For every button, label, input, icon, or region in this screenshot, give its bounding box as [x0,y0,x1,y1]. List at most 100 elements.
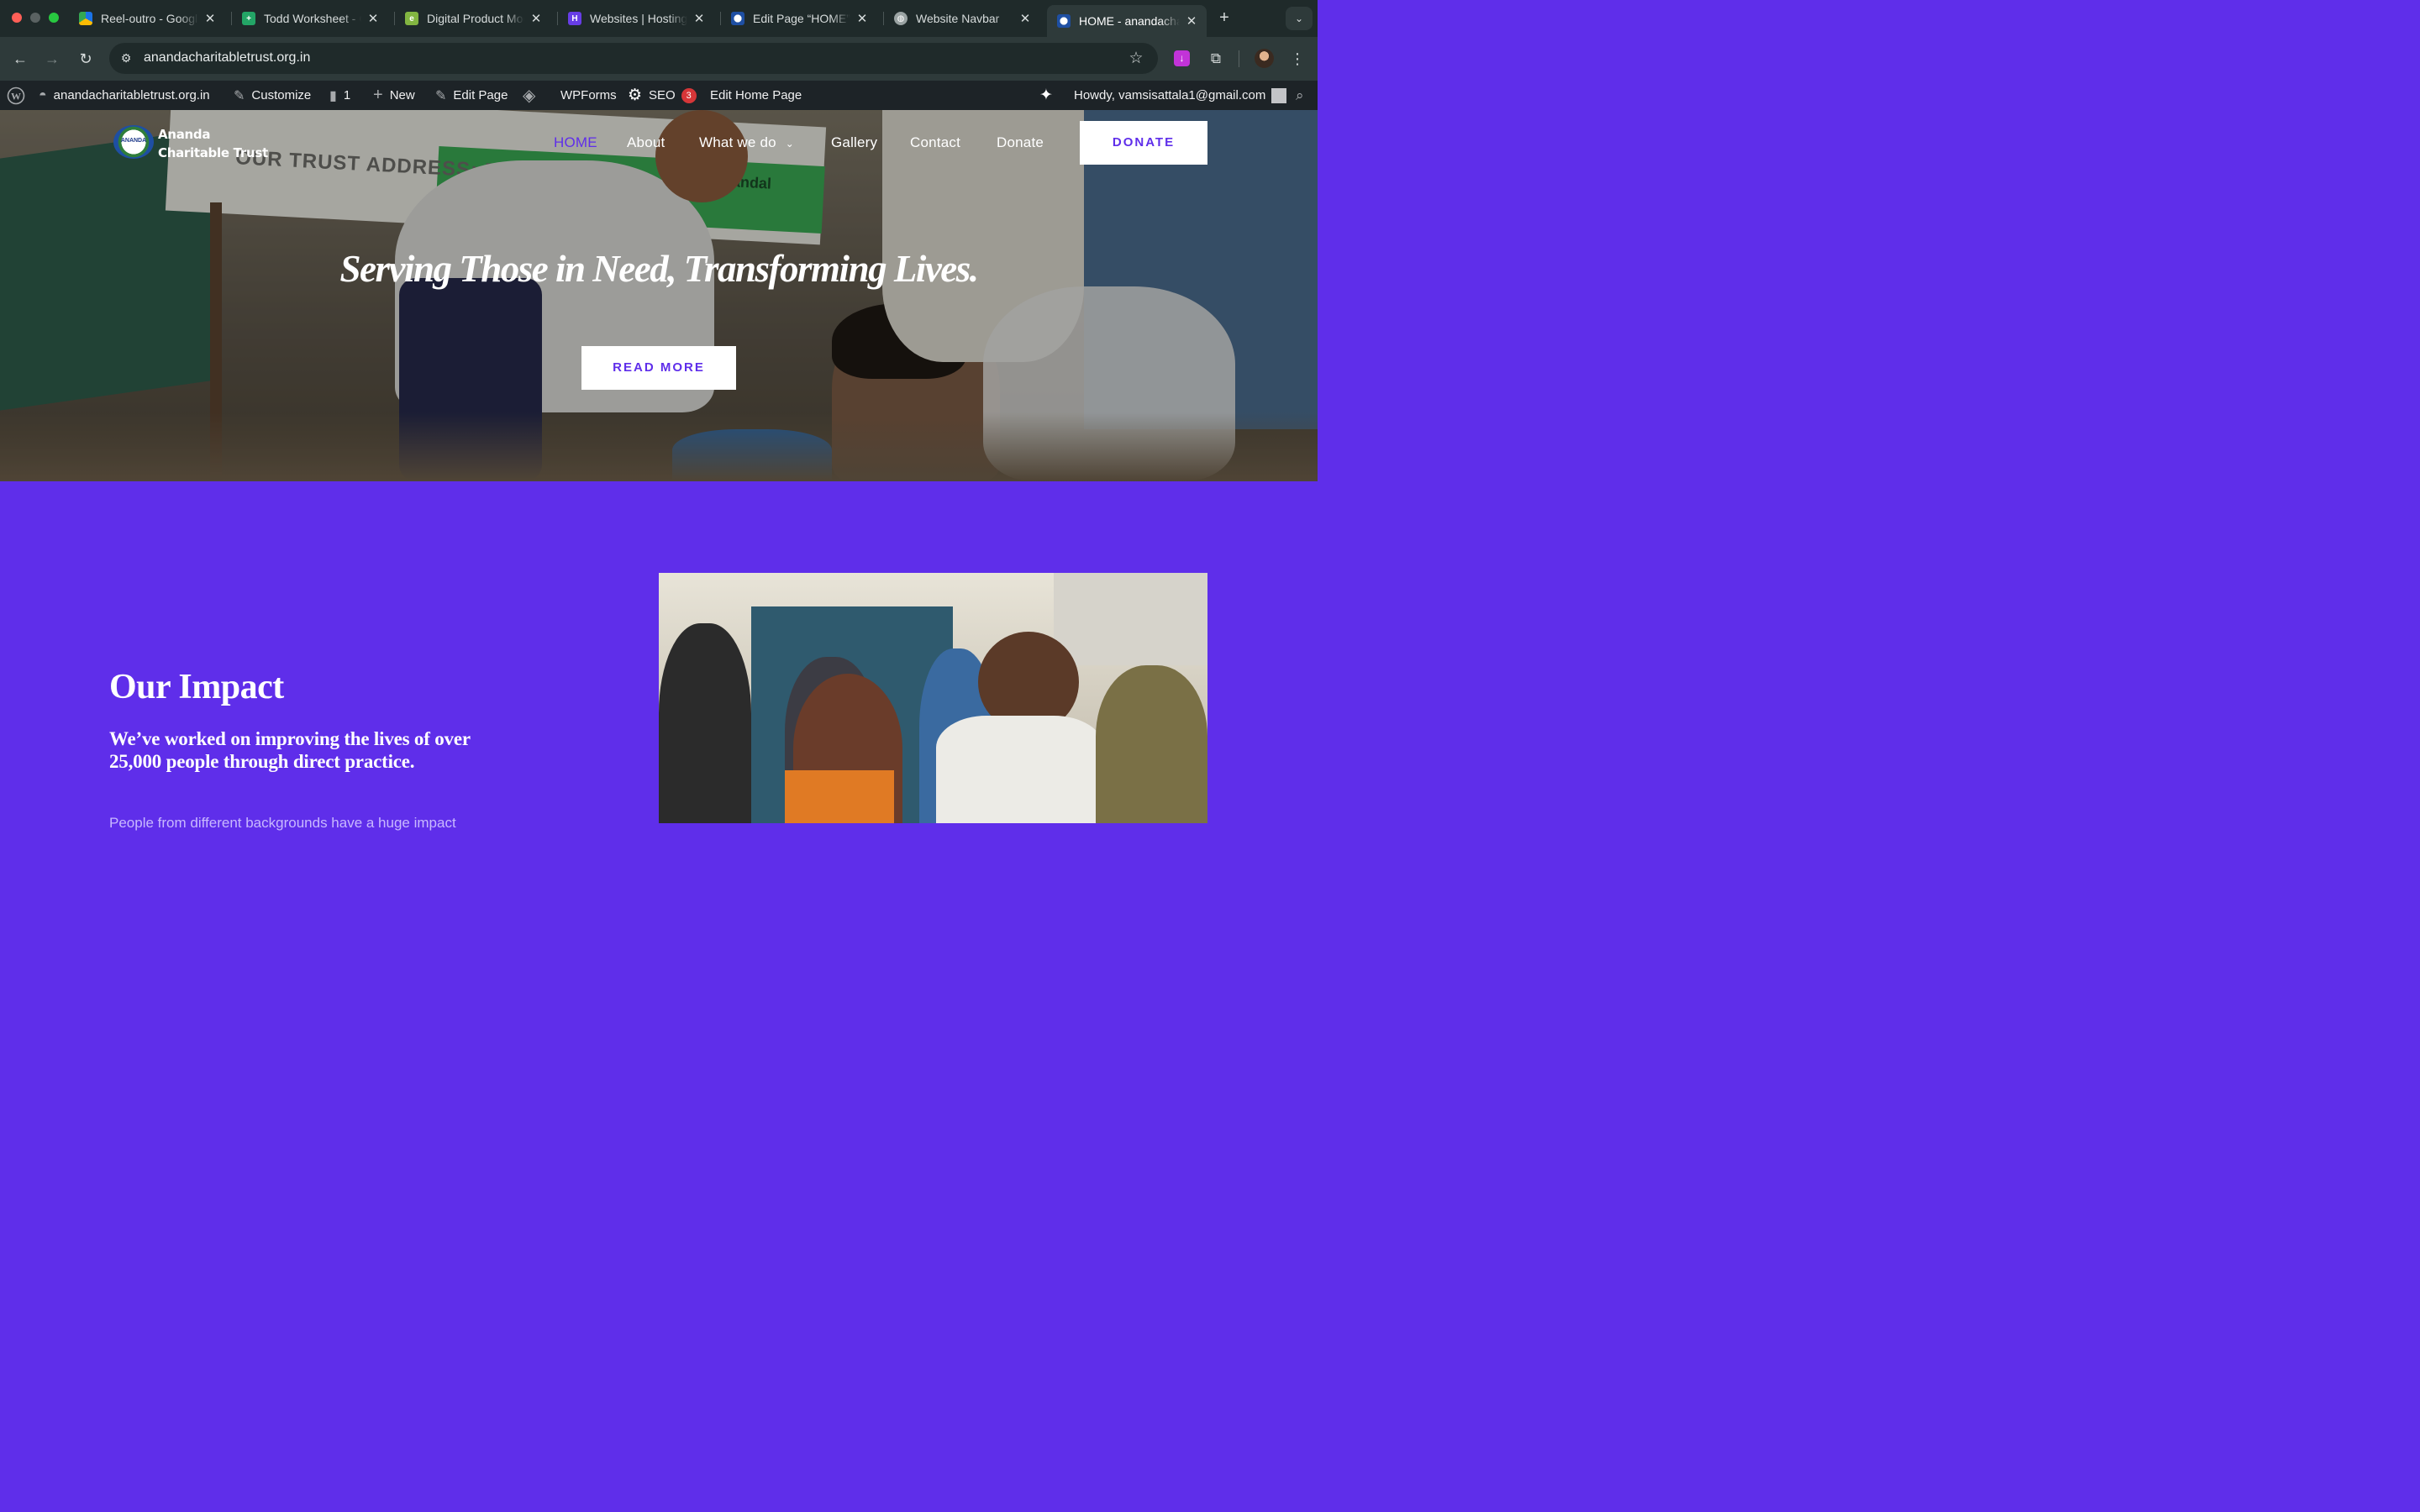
pencil-icon: ✎ [435,88,447,103]
wp-customize[interactable]: ✎ Customize [234,81,311,110]
impact-photo [659,573,1207,823]
nav-donate[interactable]: Donate [997,134,1044,152]
tab-title: HOME - anandacharitabletrust [1079,14,1180,28]
url-text[interactable]: anandacharitabletrust.org.in [144,50,310,66]
dashboard-gauge-icon: ◓ [39,87,47,102]
donate-button[interactable]: DONATE [1080,121,1207,165]
howdy-label: Howdy, vamsisattala1@gmail.com [1074,88,1266,102]
wp-wpforms[interactable]: WPForms [560,81,617,110]
browser-menu-icon[interactable]: ⋮ [1287,49,1307,69]
wp-site-name[interactable]: ◓ anandacharitabletrust.org.in [39,81,210,110]
site-name-label: anandacharitabletrust.org.in [53,88,210,102]
seo-gear-icon: ⚙ [628,87,643,104]
browser-tab[interactable]: H Websites | Hostinger ✕ [558,5,714,32]
nav-about[interactable]: About [627,134,665,152]
new-tab-icon[interactable]: + [1215,8,1234,27]
site-favicon [1057,14,1071,28]
download-extension-icon[interactable]: ↓ [1174,50,1190,66]
browser-tab[interactable]: + Todd Worksheet - Google Sheets ✕ [232,5,388,32]
google-sheets-icon: + [242,12,255,25]
minimize-window-button[interactable] [30,13,40,23]
close-tab-icon[interactable]: ✕ [1018,11,1032,26]
chevron-down-icon: ⌄ [785,138,794,150]
tab-search-chevron-icon[interactable]: ⌄ [1286,7,1313,30]
globe-icon: ◍ [894,12,908,25]
tab-title: Website Navbar [916,12,1000,25]
comment-bubble-icon: ▮ [329,88,337,103]
bookmark-star-icon[interactable]: ☆ [1126,49,1146,69]
tab-title: Websites | Hostinger [590,12,687,25]
browser-tab[interactable]: ◍ Website Navbar ✕ [884,5,1040,32]
wp-new[interactable]: + New [373,81,415,110]
close-tab-icon[interactable]: ✕ [203,11,217,26]
google-drive-icon [79,12,92,25]
ceiling [1054,573,1207,665]
logo-badge-text: ANANDA [120,138,147,144]
person-left [659,623,751,823]
wp-seo[interactable]: ⚙ SEO 3 [628,81,697,110]
impact-subheading: We’ve worked on improving the lives of o… [109,728,471,772]
tab-title: Edit Page “HOME” [753,12,850,25]
nav-gallery[interactable]: Gallery [831,134,877,152]
avatar [1271,87,1287,103]
wp-edit-page[interactable]: ✎ Edit Page [435,81,508,110]
wp-account[interactable]: Howdy, vamsisattala1@gmail.com [1074,81,1287,110]
wpforms-label: WPForms [560,88,617,102]
customize-label: Customize [251,88,312,102]
wp-edit-home[interactable]: Edit Home Page [710,81,802,110]
extensions-puzzle-icon[interactable]: ⧉ [1206,49,1226,69]
svg-text:W: W [11,90,21,102]
edit-page-label: Edit Page [453,88,508,102]
wp-logo-icon[interactable]: W [7,81,25,110]
nav-what-we-do-label: What we do [699,134,776,150]
boy-white-shirt [936,716,1104,823]
person-right [1096,665,1207,823]
wp-comments[interactable]: ▮ 1 [329,81,350,110]
close-tab-icon[interactable]: ✕ [692,11,706,26]
zoom-window-button[interactable] [49,13,59,23]
nav-contact[interactable]: Contact [910,134,960,152]
tab-title: Todd Worksheet - Google Sheets [264,12,361,25]
plus-icon: + [373,86,383,104]
browser-tab[interactable]: Reel-outro - Google Drive ✕ [69,5,225,32]
hostinger-icon: H [568,12,581,25]
logo-line-1: Ananda [158,127,211,142]
forward-arrow-icon[interactable]: → [42,49,62,69]
girl-dress [785,770,894,823]
seo-notification-badge: 3 [681,87,697,103]
envato-icon: e [405,12,418,25]
hero-heading: Serving Those in Need, Transforming Live… [339,248,979,290]
close-tab-icon[interactable]: ✕ [529,11,543,26]
hero-section: OUR TRUST ADDRESS: D.N Mandal [0,110,1318,481]
comments-count: 1 [343,88,351,102]
browser-tab-active[interactable]: HOME - anandacharitabletrust ✕ [1047,5,1207,37]
paintbrush-icon: ✎ [234,88,245,103]
browser-tab[interactable]: e Digital Product Mockup ✕ [395,5,551,32]
tab-title: Reel-outro - Google Drive [101,12,198,25]
browser-tab[interactable]: Edit Page “HOME” ✕ [721,5,877,32]
read-more-button[interactable]: READ MORE [581,346,736,390]
site-logo[interactable]: Ananda Charitable Trust [158,125,268,162]
ai-sparkle-icon[interactable]: ✦ [1039,81,1053,110]
edit-home-label: Edit Home Page [710,88,802,102]
reload-icon[interactable]: ↻ [76,49,96,69]
seo-label: SEO [649,88,676,102]
profile-avatar[interactable] [1255,49,1274,68]
search-icon[interactable]: ⌕ [1296,81,1304,110]
close-tab-icon[interactable]: ✕ [366,11,380,26]
nav-what-we-do[interactable]: What we do ⌄ [699,134,794,153]
site-info-icon[interactable]: ⚙ [118,50,134,66]
site-favicon [731,12,744,25]
tab-title: Digital Product Mockup [427,12,524,25]
theme-diamond-icon[interactable]: ◈ [523,81,535,110]
close-window-button[interactable] [12,13,22,23]
close-tab-icon[interactable]: ✕ [1185,13,1198,29]
impact-body-text: People from different backgrounds have a… [109,815,456,831]
nav-home[interactable]: HOME [554,134,597,152]
impact-heading: Our Impact [109,668,284,706]
close-tab-icon[interactable]: ✕ [855,11,869,26]
logo-line-2: Charitable Trust [158,145,268,160]
new-label: New [389,88,415,102]
hero-overlay [0,110,1318,481]
back-arrow-icon[interactable]: ← [10,49,30,69]
